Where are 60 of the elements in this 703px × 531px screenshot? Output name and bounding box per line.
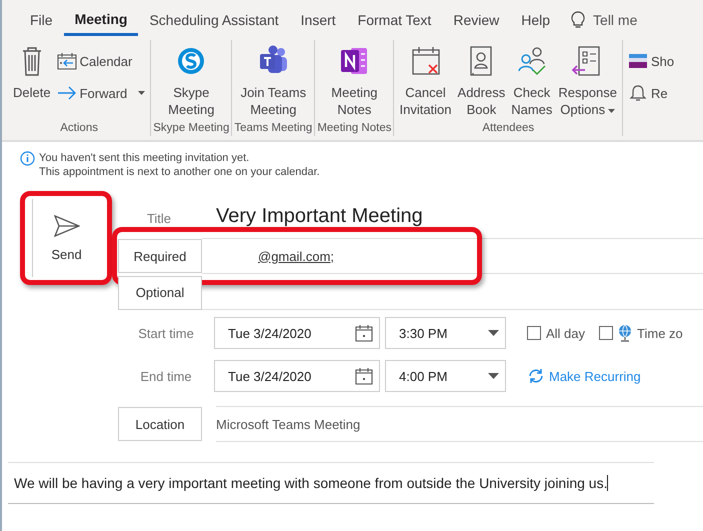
lightbulb-icon[interactable] (571, 11, 586, 29)
caret-icon (488, 330, 499, 336)
send-icon (54, 214, 80, 236)
time-dropdown[interactable]: 3:30 PM (385, 317, 506, 349)
caret-icon (138, 91, 146, 95)
menu-tab[interactable]: Meeting (64, 4, 138, 36)
calendar-icon (56, 52, 77, 70)
ribbon-button[interactable]: Re (624, 82, 678, 104)
checkbox-label: Time zo (637, 326, 683, 340)
field-label: Start time (137, 326, 195, 340)
group-label: Attendees (482, 122, 534, 136)
group-label: Meeting Notes (317, 122, 392, 136)
location-field[interactable]: Microsoft Teams Meeting (216, 406, 703, 442)
caret-icon (608, 108, 616, 113)
bell-icon (628, 84, 648, 102)
calendar-icon (355, 367, 373, 385)
refresh-icon (528, 368, 544, 384)
all-day-checkbox[interactable]: All day (527, 326, 586, 340)
field-label: Title (146, 210, 172, 226)
ribbon-button[interactable]: Sho (624, 50, 678, 72)
group-label: Teams Meeting (234, 122, 312, 136)
ribbon-button[interactable]: Calendar (54, 50, 148, 72)
message-body[interactable]: We will be having a very important meeting with someone from outside the University joining us. (14, 475, 608, 491)
required-button[interactable]: Required (118, 239, 202, 273)
date-picker[interactable]: Tue 3/24/2020 (214, 317, 380, 349)
date-picker[interactable]: Tue 3/24/2020 (214, 360, 380, 392)
info-message: This appointment is next to another one on your calendar. (39, 165, 320, 179)
time-dropdown[interactable]: 4:00 PM (385, 360, 506, 392)
info-icon (20, 151, 35, 166)
make-recurring-link[interactable]: Make Recurring (528, 368, 641, 384)
ribbon-button[interactable]: Cancel Invitation (396, 42, 455, 120)
ribbon-button[interactable]: Skype Meeting (165, 42, 218, 120)
title-field[interactable]: Very Important Meeting (200, 204, 423, 228)
time-zones-checkbox[interactable]: Time zo (599, 324, 683, 342)
group-label: Actions (60, 122, 98, 136)
ribbon-button[interactable]: Forward (54, 82, 148, 104)
field-label: End time (139, 368, 193, 384)
arrow-right-icon (56, 84, 77, 102)
tell-me-search[interactable]: Tell me (593, 12, 638, 28)
menu-tab[interactable]: Help (510, 4, 562, 36)
calendar-icon (355, 324, 373, 342)
location-button[interactable]: Location (118, 407, 202, 441)
caret-icon (488, 373, 499, 379)
ribbon-button[interactable]: Meeting Notes (328, 42, 381, 120)
ribbon-button[interactable]: Delete (10, 42, 54, 103)
ribbon-button[interactable]: Join Teams Meeting (238, 42, 310, 120)
globe-icon (617, 324, 634, 342)
group-label: Skype Meeting (153, 122, 230, 136)
ribbon-button[interactable]: Address Book (454, 42, 508, 120)
info-message: You haven't sent this meeting invitation yet. (39, 151, 250, 165)
ribbon-button[interactable]: Response Options (555, 42, 620, 120)
menu-tab[interactable]: Review (442, 4, 510, 36)
ribbon-button[interactable]: Check Names (508, 42, 556, 120)
menu-tab[interactable]: File (19, 4, 64, 36)
window-icon (628, 52, 648, 70)
required-field[interactable]: @gmail.com; (202, 238, 703, 274)
menu-tab[interactable]: Format Text (346, 4, 442, 36)
optional-button[interactable]: Optional (118, 276, 202, 310)
menu-tab[interactable]: Insert (290, 4, 347, 36)
menu-tab[interactable]: Scheduling Assistant (138, 4, 290, 36)
